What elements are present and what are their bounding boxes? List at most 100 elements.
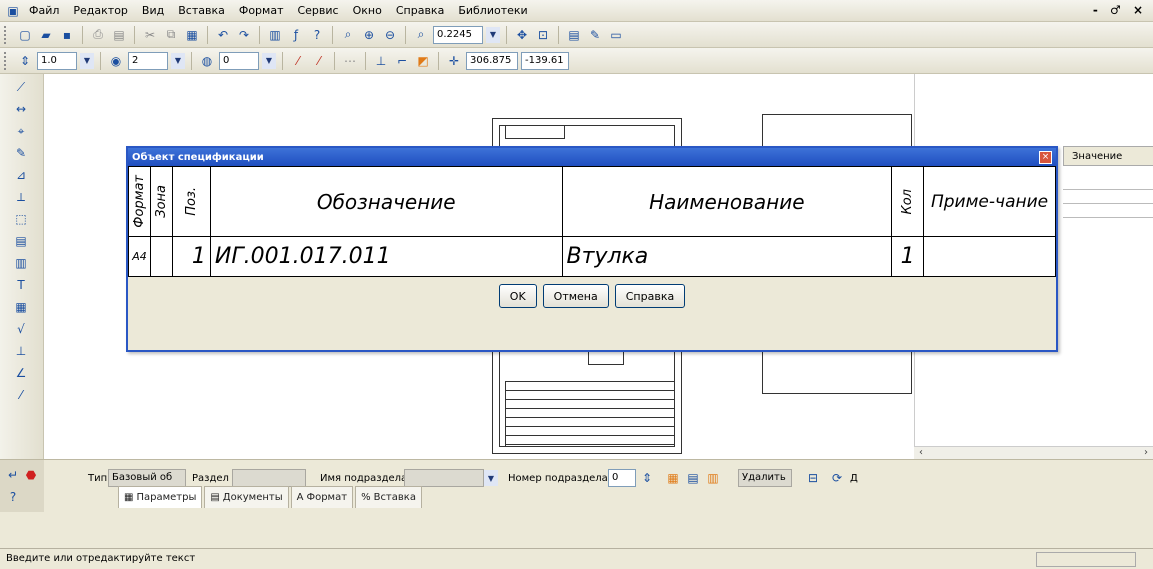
value-row[interactable] xyxy=(1063,176,1153,190)
cell-pos[interactable]: 1 xyxy=(171,236,211,277)
pan-icon[interactable]: ✥ xyxy=(513,26,531,44)
preview-icon[interactable]: ▤ xyxy=(110,26,128,44)
style-dropdown-icon[interactable]: ▼ xyxy=(262,52,276,69)
save-icon[interactable]: ▪ xyxy=(58,26,76,44)
cell-name[interactable]: Втулка xyxy=(561,236,893,277)
style-combo[interactable]: 0 xyxy=(219,51,259,70)
function-icon[interactable]: ƒ xyxy=(287,26,305,44)
tab-format[interactable]: A Формат xyxy=(290,486,354,508)
parametrization-icon[interactable]: ⊿ xyxy=(12,166,30,184)
delete-button[interactable]: Удалить xyxy=(738,469,792,487)
table-view-icon[interactable]: ▤ xyxy=(684,469,702,487)
table-icon[interactable]: ▦ xyxy=(12,298,30,316)
display-icon[interactable]: ▭ xyxy=(607,26,625,44)
value-column-header[interactable]: Значение xyxy=(1063,146,1153,166)
subsection-dropdown-icon[interactable]: ▼ xyxy=(484,470,498,486)
subsection-number-field[interactable]: 0 xyxy=(608,469,636,487)
snap-icon[interactable]: ⁄ xyxy=(289,52,307,70)
cell-zone[interactable] xyxy=(149,236,173,277)
tab-insert[interactable]: % Вставка xyxy=(355,486,422,508)
value-row[interactable] xyxy=(1063,190,1153,204)
help-icon[interactable]: ? xyxy=(4,488,22,506)
refresh-icon[interactable]: ⟳ xyxy=(828,469,846,487)
geometry-icon[interactable]: ⟋ xyxy=(12,78,30,96)
type-field[interactable]: Базовый об xyxy=(108,469,186,487)
cancel-button[interactable]: Отмена xyxy=(542,284,609,308)
zoom-out-icon[interactable]: ⊖ xyxy=(381,26,399,44)
value-row[interactable] xyxy=(1063,204,1153,218)
zoom-in-icon[interactable]: ⊕ xyxy=(360,26,378,44)
zoom-window-icon[interactable]: ⌕ xyxy=(339,26,357,44)
window-controls[interactable]: - ♂ × xyxy=(1093,3,1147,17)
print-icon[interactable]: ⎙ xyxy=(89,26,107,44)
menu-insert[interactable]: Вставка xyxy=(171,4,232,17)
cell-qty[interactable]: 1 xyxy=(891,236,925,277)
close-icon[interactable]: × xyxy=(1039,151,1052,164)
dimensions-icon[interactable]: ↔ xyxy=(12,100,30,118)
toolbar-grip[interactable] xyxy=(4,25,10,44)
round-icon[interactable]: ◩ xyxy=(414,52,432,70)
toolbar-grip[interactable] xyxy=(4,51,10,70)
tools-icon[interactable]: ✎ xyxy=(586,26,604,44)
zoom-combo[interactable]: 0.2245 xyxy=(433,25,483,44)
measurements-icon[interactable]: ⟂ xyxy=(12,188,30,206)
paste-icon[interactable]: ▦ xyxy=(183,26,201,44)
split-icon[interactable]: ▥ xyxy=(704,469,722,487)
layer-icon[interactable]: ◉ xyxy=(107,52,125,70)
cell-format[interactable]: А4 xyxy=(128,236,151,277)
horizontal-scrollbar[interactable]: ‹ › xyxy=(914,446,1153,460)
cell-designation[interactable]: ИГ.001.017.011 xyxy=(209,236,563,277)
stop-icon[interactable]: ⬣ xyxy=(22,466,40,484)
ortho-icon[interactable]: ⌐ xyxy=(393,52,411,70)
menu-format[interactable]: Формат xyxy=(232,4,291,17)
tab-parameters[interactable]: ▦ Параметры xyxy=(118,486,203,508)
grid-icon[interactable]: ⋯ xyxy=(341,52,359,70)
section-field[interactable] xyxy=(232,469,306,487)
menu-window[interactable]: Окно xyxy=(346,4,389,17)
step-icon[interactable]: ⇕ xyxy=(16,52,34,70)
coord-y-field[interactable]: -139.61 xyxy=(521,51,569,70)
spin-icon[interactable]: ⇕ xyxy=(638,469,656,487)
properties-icon[interactable]: ▤ xyxy=(565,26,583,44)
new-document-icon[interactable]: ▢ xyxy=(16,26,34,44)
line-icon[interactable]: ⁄ xyxy=(12,386,30,404)
show-all-icon[interactable]: ⊡ xyxy=(534,26,552,44)
cut-icon[interactable]: ✂ xyxy=(141,26,159,44)
menu-libraries[interactable]: Библиотеки xyxy=(451,4,534,17)
selection-icon[interactable]: ⬚ xyxy=(12,210,30,228)
step-dropdown-icon[interactable]: ▼ xyxy=(80,52,94,69)
subsection-name-field[interactable] xyxy=(404,469,484,487)
menu-edit[interactable]: Редактор xyxy=(66,4,135,17)
zoom-scale-icon[interactable]: ⌕ xyxy=(412,26,430,44)
layer-dropdown-icon[interactable]: ▼ xyxy=(171,52,185,69)
layout-icon[interactable]: ▦ xyxy=(664,469,682,487)
roughness-icon[interactable]: √ xyxy=(12,320,30,338)
layer-combo[interactable]: 2 xyxy=(128,51,168,70)
coord-x-field[interactable]: 306.875 xyxy=(466,51,518,70)
text-icon[interactable]: T xyxy=(12,276,30,294)
style-icon[interactable]: ◍ xyxy=(198,52,216,70)
copy-icon[interactable]: ⧉ xyxy=(162,26,180,44)
redo-icon[interactable]: ↷ xyxy=(235,26,253,44)
help-pointer-icon[interactable]: ? xyxy=(308,26,326,44)
manager-icon[interactable]: ▥ xyxy=(266,26,284,44)
insert-row-icon[interactable]: ⊟ xyxy=(804,469,822,487)
help-button[interactable]: Справка xyxy=(614,284,686,308)
designations-icon[interactable]: ⌖ xyxy=(12,122,30,140)
zoom-dropdown-icon[interactable]: ▼ xyxy=(486,26,500,43)
menu-view[interactable]: Вид xyxy=(135,4,171,17)
reports-icon[interactable]: ▥ xyxy=(12,254,30,272)
ok-button[interactable]: OK xyxy=(498,284,537,308)
spec-icon[interactable]: ▤ xyxy=(12,232,30,250)
enter-icon[interactable]: ↵ xyxy=(4,466,22,484)
tab-documents[interactable]: ▤ Документы xyxy=(204,486,289,508)
open-folder-icon[interactable]: ▰ xyxy=(37,26,55,44)
menu-service[interactable]: Сервис xyxy=(290,4,345,17)
menu-file[interactable]: Файл xyxy=(22,4,66,17)
more-label[interactable]: Д xyxy=(850,473,858,484)
base-icon[interactable]: ⊥ xyxy=(12,342,30,360)
cell-note[interactable] xyxy=(923,236,1056,277)
local-cs-icon[interactable]: ⊥ xyxy=(372,52,390,70)
editing-icon[interactable]: ✎ xyxy=(12,144,30,162)
step-combo[interactable]: 1.0 xyxy=(37,51,77,70)
